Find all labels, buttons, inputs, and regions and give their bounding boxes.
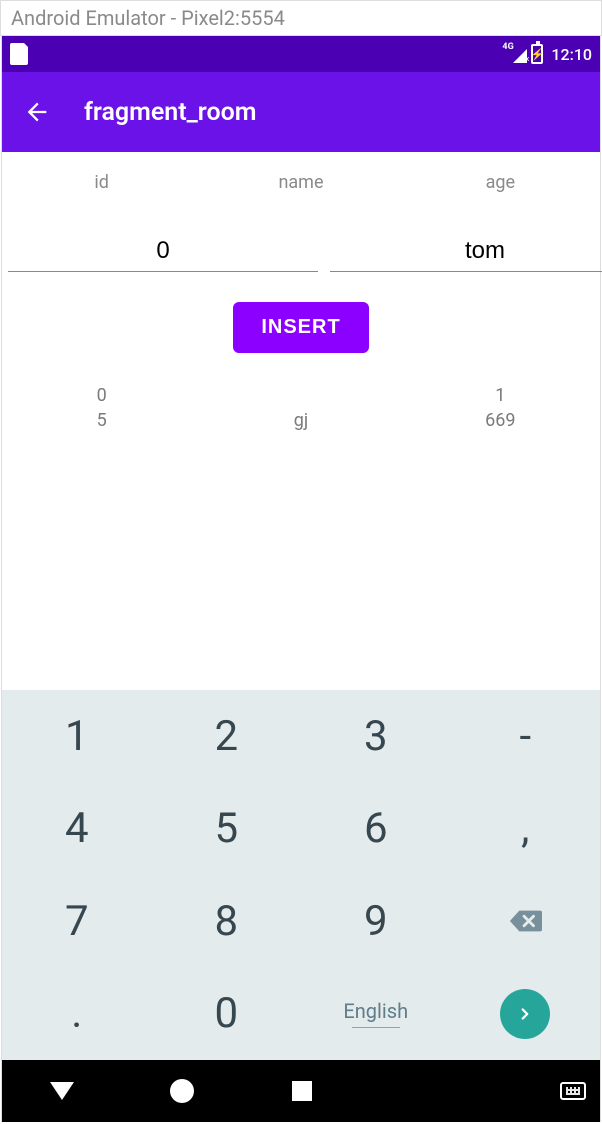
id-input[interactable] — [8, 237, 318, 272]
nav-recents-button[interactable] — [242, 1081, 362, 1101]
nav-keyboard-icon[interactable] — [560, 1082, 586, 1100]
label-id: id — [2, 172, 201, 193]
table-row: 5 gj 669 — [2, 408, 600, 433]
network-type-label: 4G — [502, 42, 513, 52]
key-8[interactable]: 8 — [152, 875, 302, 968]
inputs-row — [2, 212, 600, 272]
arrow-back-icon — [23, 98, 51, 126]
triangle-back-icon — [50, 1082, 74, 1100]
key-dash[interactable]: - — [451, 690, 601, 783]
table-row: 0 1 — [2, 383, 600, 408]
content-area: id name age INSERT 0 1 5 gj 669 — [2, 152, 600, 690]
label-age: age — [401, 172, 600, 193]
key-language[interactable]: English — [301, 968, 451, 1061]
emulator-titlebar: Android Emulator - Pixel2:5554 — [0, 0, 602, 36]
cell-name — [201, 383, 400, 408]
key-9[interactable]: 9 — [301, 875, 451, 968]
label-name: name — [201, 172, 400, 193]
android-navbar — [2, 1060, 600, 1122]
cell-id: 0 — [2, 383, 201, 408]
page-title: fragment_room — [84, 98, 256, 127]
sdcard-icon — [10, 43, 28, 65]
cell-name: gj — [201, 408, 400, 433]
key-enter[interactable] — [451, 968, 601, 1061]
key-comma[interactable]: , — [451, 783, 601, 876]
key-7[interactable]: 7 — [2, 875, 152, 968]
field-labels-row: id name age — [2, 152, 600, 212]
app-bar: fragment_room — [2, 72, 600, 152]
key-dot[interactable]: . — [2, 968, 152, 1061]
language-label: English — [343, 999, 408, 1023]
back-button[interactable] — [22, 97, 52, 127]
key-2[interactable]: 2 — [152, 690, 302, 783]
key-6[interactable]: 6 — [301, 783, 451, 876]
key-3[interactable]: 3 — [301, 690, 451, 783]
key-backspace[interactable] — [451, 875, 601, 968]
network-signal-icon: 4G × — [505, 45, 527, 63]
square-recents-icon — [292, 1081, 312, 1101]
cell-age: 669 — [401, 408, 600, 433]
status-bar: 4G × ⚡ 12:10 — [2, 36, 600, 72]
key-4[interactable]: 4 — [2, 783, 152, 876]
insert-button[interactable]: INSERT — [233, 302, 368, 353]
numeric-keyboard: 1 2 3 - 4 5 6 , 7 8 9 . 0 Eng — [2, 690, 600, 1060]
nav-home-button[interactable] — [122, 1079, 242, 1103]
backspace-icon — [508, 908, 542, 934]
name-input[interactable] — [330, 237, 602, 272]
battery-charging-icon: ⚡ — [531, 44, 543, 64]
emulator-title: Android Emulator - Pixel2:5554 — [11, 6, 285, 30]
device-frame: 4G × ⚡ 12:10 fragment_room id name age I… — [1, 36, 601, 1122]
circle-home-icon — [170, 1079, 194, 1103]
key-1[interactable]: 1 — [2, 690, 152, 783]
cell-age: 1 — [401, 383, 600, 408]
status-clock: 12:10 — [551, 45, 592, 64]
chevron-right-icon — [516, 1005, 534, 1023]
nav-back-button[interactable] — [2, 1082, 122, 1100]
cell-id: 5 — [2, 408, 201, 433]
key-5[interactable]: 5 — [152, 783, 302, 876]
key-0[interactable]: 0 — [152, 968, 302, 1061]
